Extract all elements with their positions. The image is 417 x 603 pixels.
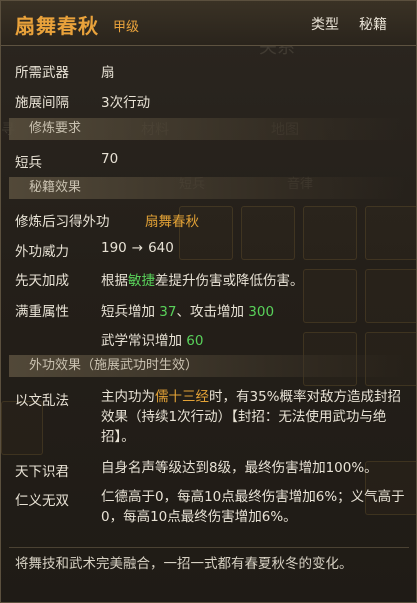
full-mastery-number: 60 (186, 333, 204, 349)
requirement-label: 短兵 (15, 155, 42, 171)
power-value: 190 → 640 (101, 240, 174, 256)
effect-label-1: 以文乱法 (15, 393, 69, 409)
type-value: 秘籍 (359, 17, 387, 33)
type-label: 类型 (311, 17, 339, 33)
effect-desc-2: 自身名声等级达到8级，最终伤害增加100%。 (101, 460, 378, 476)
bg-slot (303, 269, 357, 323)
full-mastery-text: 短兵增加 (101, 304, 155, 320)
bg-slot (365, 269, 416, 323)
skill-title: 扇舞春秋 (15, 14, 99, 38)
requirement-row: 短兵 70 (15, 151, 118, 171)
learned-skill-value: 扇舞春秋 (145, 214, 199, 230)
innate-bonus-desc: 根据敏捷差提升伤害或降低伤害。 (101, 269, 304, 289)
section-effects: 秘籍效果 (9, 177, 405, 199)
full-mastery-row: 满重属性 短兵增加 37、攻击增加 300 (15, 300, 274, 320)
bg-slot (303, 206, 357, 260)
skill-grade: 甲级 (113, 20, 140, 35)
power-row: 外功威力 190 → 640 (15, 240, 174, 260)
required-weapon-value: 扇 (101, 65, 115, 81)
bg-slot (1, 401, 43, 455)
full-mastery-number: 37 (159, 304, 177, 320)
section-requirements: 修炼要求 (9, 118, 405, 140)
innate-bonus-row: 先天加成 根据敏捷差提升伤害或降低伤害。 (15, 269, 304, 289)
full-mastery-text: 武学常识增加 (101, 333, 182, 349)
footer-divider (9, 547, 409, 548)
cast-interval-value: 3次行动 (101, 95, 151, 111)
effect-desc-3: 仁德高于0，每高10点最终伤害增加6%；义气高于0，每高10点最终伤害增加6%。 (101, 489, 405, 525)
flavor-text: 将舞技和武术完美融合，一招一式都有春夏秋冬的变化。 (15, 556, 353, 572)
effect-label-3: 仁义无双 (15, 493, 69, 509)
learned-skill-row: 修炼后习得外功 扇舞春秋 (15, 210, 199, 230)
requirement-value: 70 (101, 151, 119, 167)
full-mastery-text: 、攻击增加 (176, 304, 244, 320)
full-mastery-line1: 短兵增加 37、攻击增加 300 (101, 300, 274, 320)
innate-bonus-post: 差提升伤害或降低伤害。 (155, 273, 304, 289)
tooltip-header: 扇舞春秋 甲级 类型 秘籍 (1, 1, 416, 46)
required-weapon-row: 所需武器 扇 (15, 61, 115, 81)
bg-slot (365, 206, 416, 260)
effect-label-2: 天下识君 (15, 464, 69, 480)
effect-desc-1: 主内功为儒十三经时，有35%概率对敌方造成封招效果（持续1次行动）【封招：无法使… (101, 387, 406, 447)
cast-interval-label: 施展间隔 (15, 95, 69, 111)
power-from: 190 (101, 240, 127, 256)
full-mastery-number: 300 (248, 304, 275, 320)
required-weapon-label: 所需武器 (15, 65, 69, 81)
innate-bonus-label: 先天加成 (15, 273, 69, 289)
innate-bonus-attr: 敏捷 (128, 273, 155, 289)
learned-skill-label: 修炼后习得外功 (15, 214, 110, 230)
power-to: 640 (148, 240, 174, 256)
full-mastery-line2: 武学常识增加 60 (101, 329, 203, 349)
innate-bonus-pre: 根据 (101, 273, 128, 289)
arrow-icon: → (131, 240, 144, 256)
section-external-effects: 外功效果（施展武功时生效） (9, 355, 405, 377)
item-tooltip: 关系 材料 地图 短兵 音律 寻 扇舞春秋 甲级 类型 秘籍 所需武器 扇 施展… (0, 0, 417, 603)
bg-slot (241, 206, 295, 260)
cast-interval-row: 施展间隔 3次行动 (15, 91, 150, 111)
effect-desc-text: 主内功为 (101, 389, 155, 405)
power-label: 外功威力 (15, 244, 69, 260)
full-mastery-label: 满重属性 (15, 304, 69, 320)
effect-desc-highlight: 儒十三经 (155, 389, 209, 405)
